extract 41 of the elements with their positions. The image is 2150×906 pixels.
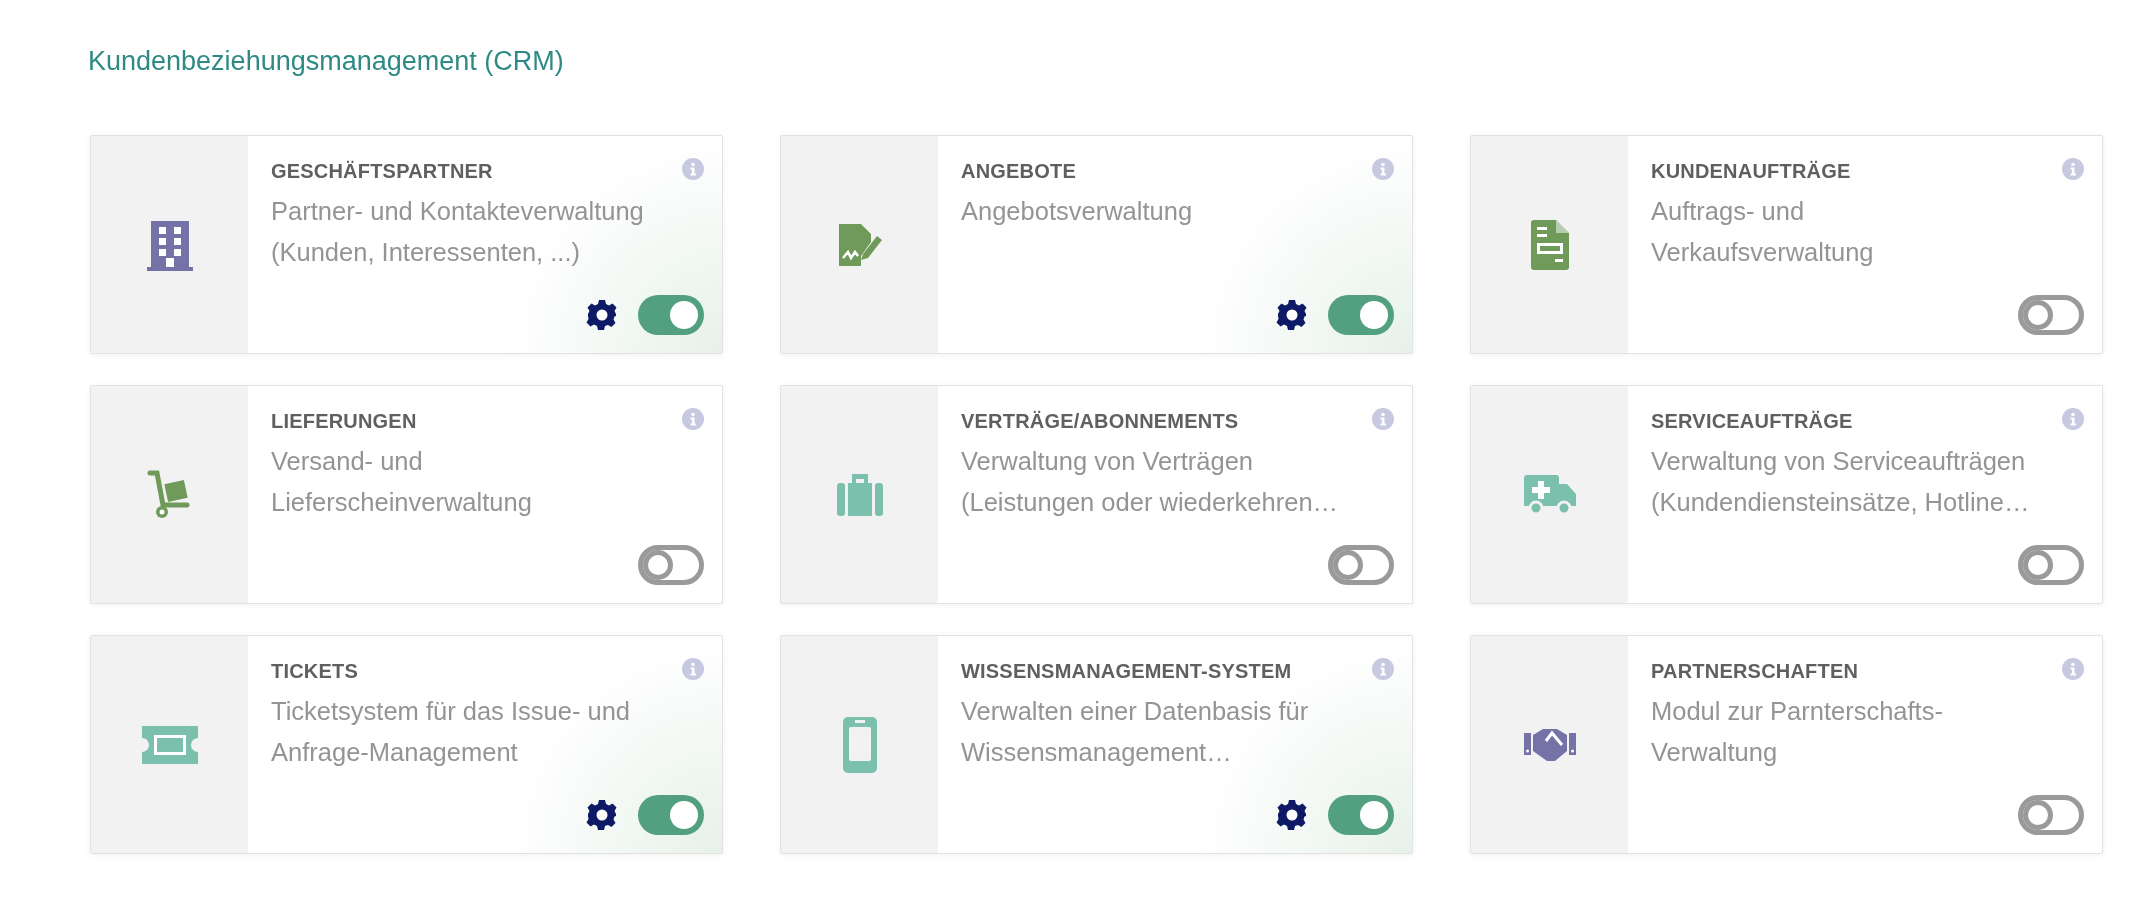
- settings-icon[interactable]: [586, 299, 618, 331]
- info-icon[interactable]: [2062, 158, 2084, 180]
- settings-icon[interactable]: [1276, 799, 1308, 831]
- toggle-switch[interactable]: [638, 295, 704, 335]
- info-icon[interactable]: [2062, 658, 2084, 680]
- module-description: Versand- und Lieferscheinverwaltung: [271, 446, 533, 518]
- module-title: VERTRÄGE/ABONNEMENTS: [961, 410, 1239, 433]
- info-icon[interactable]: [682, 658, 704, 680]
- info-icon[interactable]: [1372, 158, 1394, 180]
- toggle-switch[interactable]: [1328, 795, 1394, 835]
- module-description: Verwaltung von Verträgen (Leistungen oder wiederkehren…: [961, 446, 1340, 518]
- toggle-switch[interactable]: [638, 795, 704, 835]
- module-title: ANGEBOTE: [961, 160, 1076, 183]
- settings-icon[interactable]: [1276, 299, 1308, 331]
- module-description: Ticketsystem für das Issue- und Anfrage-Management: [271, 696, 632, 768]
- toggle-switch[interactable]: [1328, 295, 1394, 335]
- module-description: Verwaltung von Serviceaufträgen (Kundendiensteinsätze, Hotline…: [1651, 446, 2031, 518]
- section-heading: Kundenbeziehungsmanagement (CRM): [88, 46, 564, 77]
- info-icon[interactable]: [2062, 408, 2084, 430]
- module-title: GESCHÄFTSPARTNER: [271, 160, 493, 183]
- module-description: Auftrags- und Verkaufsverwaltung: [1651, 196, 1875, 268]
- module-title: SERVICEAUFTRÄGE: [1651, 410, 1853, 433]
- module-description: Verwalten einer Datenbasis für Wissensmanagement…: [961, 696, 1310, 768]
- module-title: TICKETS: [271, 660, 358, 683]
- module-description: Angebotsverwaltung: [961, 196, 1194, 227]
- module-title: KUNDENAUFTRÄGE: [1651, 160, 1851, 183]
- module-title: LIEFERUNGEN: [271, 410, 417, 433]
- info-icon[interactable]: [682, 158, 704, 180]
- module-description: Modul zur Parnterschafts- Verwaltung: [1651, 696, 1944, 768]
- toggle-switch[interactable]: [2018, 795, 2084, 835]
- info-icon[interactable]: [1372, 408, 1394, 430]
- settings-icon[interactable]: [586, 799, 618, 831]
- info-icon[interactable]: [682, 408, 704, 430]
- toggle-switch[interactable]: [1328, 545, 1394, 585]
- info-icon[interactable]: [1372, 658, 1394, 680]
- toggle-switch[interactable]: [2018, 295, 2084, 335]
- module-title: PARTNERSCHAFTEN: [1651, 660, 1859, 683]
- module-title: WISSENSMANAGEMENT-SYSTEM: [961, 660, 1292, 683]
- module-description: Partner- und Kontakteverwaltung (Kunden, Interessenten, ...): [271, 196, 645, 268]
- toggle-switch[interactable]: [638, 545, 704, 585]
- toggle-switch[interactable]: [2018, 545, 2084, 585]
